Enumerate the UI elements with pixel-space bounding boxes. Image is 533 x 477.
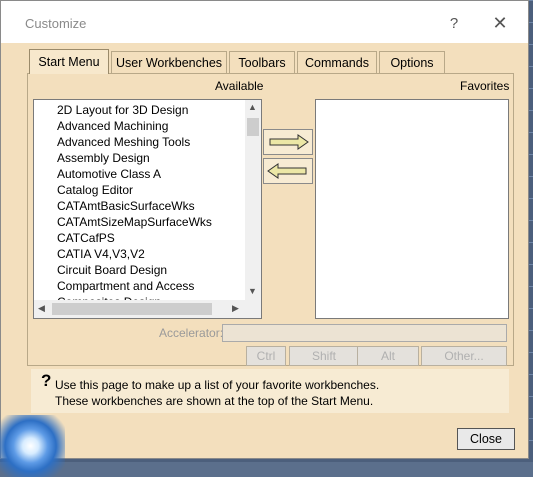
list-item[interactable]: CATAmtBasicSurfaceWks [57,198,195,214]
arrow-right-shape [269,134,309,150]
list-item[interactable]: Compartment and Access [57,278,194,294]
tab-user-workbenches[interactable]: User Workbenches [111,51,227,73]
help-area: ? Use this page to make up a list of you… [31,369,509,413]
customize-dialog: Customize ? ✕ Start Menu User Workbenche… [0,0,529,477]
tab-toolbars[interactable]: Toolbars [229,51,295,73]
vertical-scrollbar[interactable]: ▲ ▼ [245,100,261,300]
help-button[interactable]: ? [440,10,468,36]
favorites-label: Favorites [460,79,510,93]
arrow-left-shape [267,163,307,179]
help-text-line-2: These workbenches are shown at the top o… [55,394,374,408]
tab-start-menu[interactable]: Start Menu [29,49,109,74]
catia-orb-logo [0,415,65,477]
remove-from-favorites-button[interactable] [263,158,313,184]
ctrl-button[interactable]: Ctrl [246,346,286,366]
shift-button[interactable]: Shift [289,346,359,366]
available-list[interactable]: 2D Layout for 3D Design Advanced Machini… [33,99,262,319]
list-item[interactable]: CATCafPS [57,230,115,246]
arrow-left-icon [267,163,307,179]
list-item[interactable]: Catalog Editor [57,182,133,198]
horizontal-scrollbar[interactable]: ◀ ▶ [34,300,246,318]
other-button[interactable]: Other... [421,346,507,366]
scroll-left-icon[interactable]: ◀ [38,303,45,314]
list-item[interactable]: CATIA V4,V3,V2 [57,246,145,262]
horizontal-scroll-thumb[interactable] [52,303,212,315]
add-to-favorites-button[interactable] [263,129,313,155]
list-item[interactable]: Assembly Design [57,150,150,166]
list-item[interactable]: CATAmtSizeMapSurfaceWks [57,214,212,230]
scrollbar-corner [245,300,261,318]
list-item[interactable]: Advanced Machining [57,118,168,134]
list-item[interactable]: 2D Layout for 3D Design [57,102,188,118]
accelerator-field[interactable] [222,324,507,342]
question-mark-icon: ? [41,371,52,390]
list-item[interactable]: Advanced Meshing Tools [57,134,190,150]
favorites-list[interactable] [315,99,509,319]
vertical-scroll-thumb[interactable] [247,118,259,136]
close-button[interactable]: Close [457,428,515,450]
title-bar: Customize ? ✕ [1,1,528,43]
arrow-right-icon [269,134,309,150]
scroll-right-icon[interactable]: ▶ [232,303,239,314]
help-text-line-1: Use this page to make up a list of your … [55,378,380,392]
scroll-down-icon[interactable]: ▼ [248,286,257,296]
available-label: Available [215,79,264,93]
list-item[interactable]: Automotive Class A [57,166,161,182]
list-item[interactable]: Circuit Board Design [57,262,167,278]
tab-options[interactable]: Options [379,51,445,73]
close-window-button[interactable]: ✕ [486,10,514,36]
scroll-up-icon[interactable]: ▲ [248,102,257,112]
accelerator-label: Accelerator: [159,326,224,340]
alt-button[interactable]: Alt [357,346,419,366]
tab-commands[interactable]: Commands [297,51,377,73]
dialog-title: Customize [25,16,87,31]
